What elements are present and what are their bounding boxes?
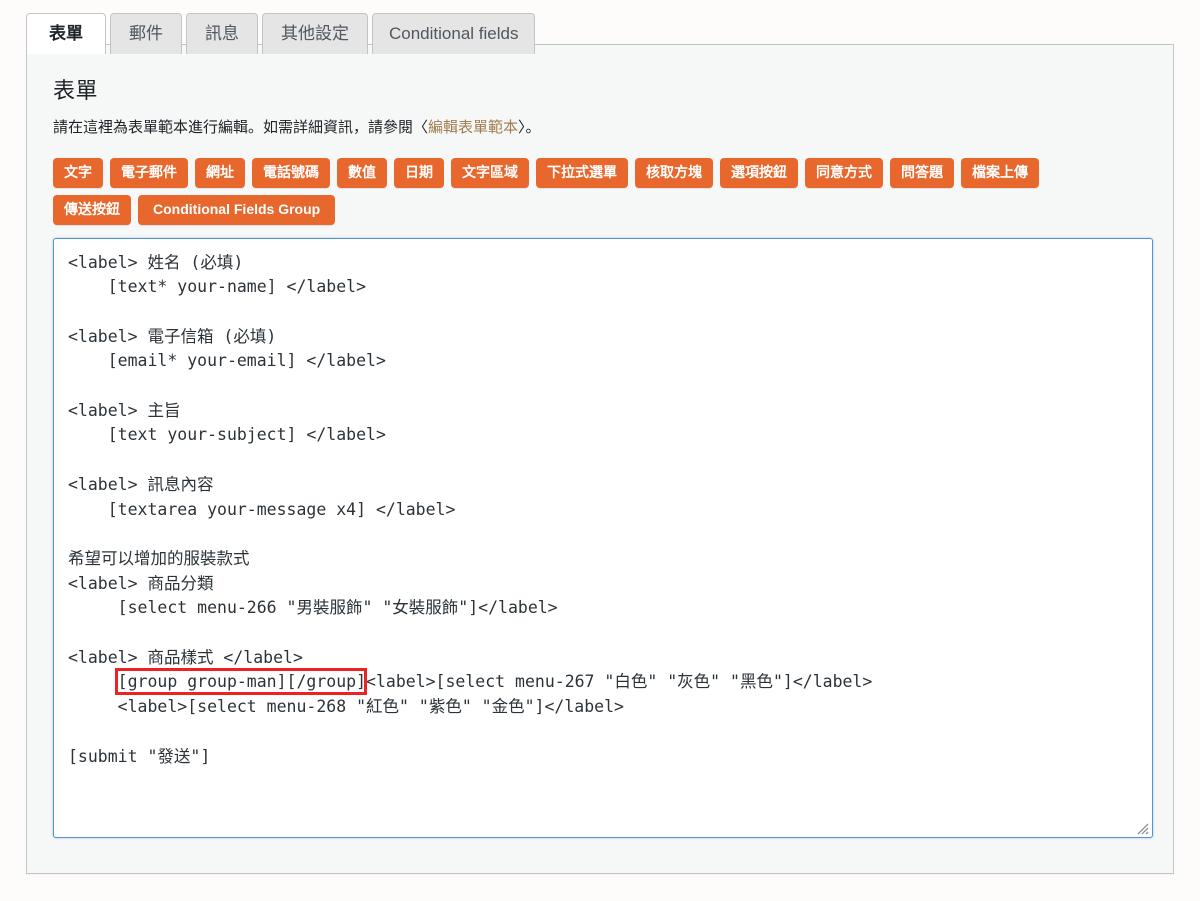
tab-1[interactable]: 郵件 (110, 13, 182, 54)
editor-wrapper: <label> 姓名 (必填) [text* your-name] </labe… (53, 237, 1153, 838)
tag-button-0[interactable]: 文字 (53, 157, 103, 188)
tag-button-3[interactable]: 電話號碼 (252, 157, 330, 188)
tab-list: 表單 郵件 訊息 其他設定 Conditional fields (26, 12, 1200, 54)
tag-button-8[interactable]: 核取方塊 (635, 157, 713, 188)
tag-button-0[interactable]: 傳送按鈕 (53, 194, 131, 225)
tag-button-11[interactable]: 問答題 (890, 157, 954, 188)
tag-button-7[interactable]: 下拉式選單 (536, 157, 628, 188)
tag-button-6[interactable]: 文字區域 (451, 157, 529, 188)
tab-2[interactable]: 訊息 (186, 13, 258, 54)
tag-button-4[interactable]: 數值 (337, 157, 387, 188)
page-title: 表單 (53, 78, 99, 103)
tab-3[interactable]: 其他設定 (262, 13, 368, 54)
tag-button-5[interactable]: 日期 (394, 157, 444, 188)
tag-button-2[interactable]: 網址 (195, 157, 245, 188)
tab-0[interactable]: 表單 (26, 13, 106, 54)
tag-button-row-primary: 文字 電子郵件 網址 電話號碼 數值 日期 文字區域 下拉式選單 核取方塊 選項按鈕 同意方式 問答題… (53, 157, 1147, 188)
tab-4[interactable]: Conditional fields (372, 13, 536, 54)
description-text-after: 〉。 (518, 119, 541, 136)
tag-button-10[interactable]: 同意方式 (805, 157, 883, 188)
panel-description: 請在這裡為表單範本進行編輯。如需詳細資訊，請參閱〈編輯表單範本〉。 (53, 117, 1147, 140)
tab-strip: 表單 郵件 訊息 其他設定 Conditional fields (0, 0, 1200, 54)
tag-button-9[interactable]: 選項按鈕 (720, 157, 798, 188)
tag-button-1[interactable]: 電子郵件 (110, 157, 188, 188)
tag-button-row-secondary: 傳送按鈕 Conditional Fields Group (53, 194, 1147, 225)
tag-button-12[interactable]: 檔案上傳 (961, 157, 1039, 188)
description-text-before: 請在這裡為表單範本進行編輯。如需詳細資訊，請參閱〈 (53, 119, 429, 136)
tag-button-1[interactable]: Conditional Fields Group (138, 194, 336, 225)
edit-form-template-link[interactable]: 編輯表單範本 (428, 119, 518, 136)
form-template-textarea[interactable]: <label> 姓名 (必填) [text* your-name] </labe… (53, 237, 1153, 838)
tag-generator-buttons: 文字 電子郵件 網址 電話號碼 數值 日期 文字區域 下拉式選單 核取方塊 選項按鈕 同意方式 問答題… (53, 157, 1147, 225)
form-settings-panel: 表單 請在這裡為表單範本進行編輯。如需詳細資訊，請參閱〈編輯表單範本〉。 文字電… (26, 44, 1174, 874)
